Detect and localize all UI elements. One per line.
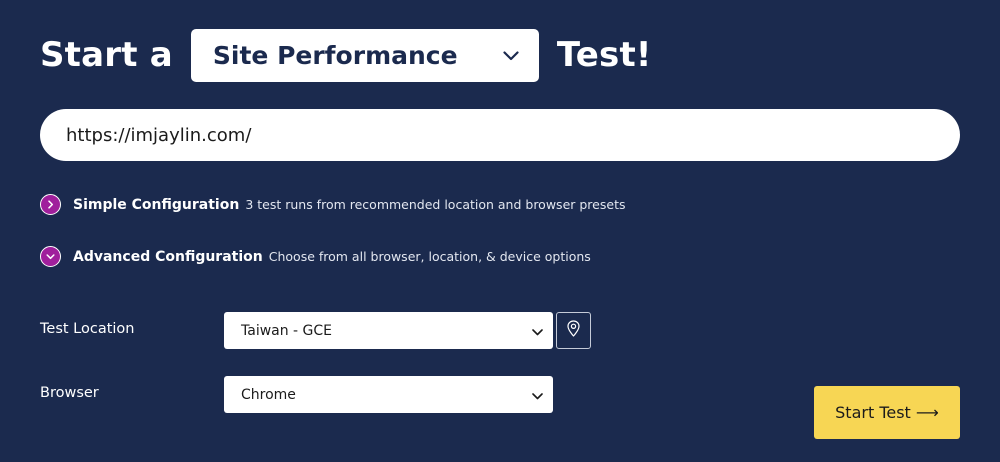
start-test-button[interactable]: Start Test ⟶ — [814, 386, 960, 439]
chevron-down-icon — [532, 321, 543, 340]
advanced-configuration-toggle[interactable]: Advanced Configuration Choose from all b… — [40, 246, 591, 267]
headline: Start a Site Performance Test! — [40, 28, 652, 82]
browser-value: Chrome — [241, 386, 296, 403]
advanced-configuration-description: Choose from all browser, location, & dev… — [268, 249, 591, 264]
url-input[interactable] — [40, 109, 960, 161]
map-pin-icon — [567, 320, 580, 341]
chevron-down-icon — [532, 385, 543, 404]
test-location-label: Test Location — [40, 321, 135, 337]
test-type-select[interactable]: Site Performance — [190, 28, 539, 82]
simple-configuration-toggle[interactable]: Simple Configuration 3 test runs from re… — [40, 194, 625, 215]
test-location-select[interactable]: Taiwan - GCE — [224, 312, 553, 349]
simple-configuration-title: Simple Configuration — [73, 196, 240, 213]
test-location-value: Taiwan - GCE — [241, 322, 333, 339]
browser-select[interactable]: Chrome — [224, 376, 553, 413]
map-button[interactable] — [556, 312, 591, 349]
headline-prefix: Start a — [40, 35, 173, 75]
test-type-value: Site Performance — [212, 40, 458, 70]
chevron-down-icon — [503, 46, 519, 65]
chevron-down-icon — [40, 246, 61, 267]
simple-configuration-description: 3 test runs from recommended location an… — [245, 197, 626, 212]
browser-label: Browser — [40, 385, 99, 401]
headline-suffix: Test! — [556, 35, 652, 75]
advanced-configuration-title: Advanced Configuration — [73, 248, 263, 265]
chevron-right-icon — [40, 194, 61, 215]
